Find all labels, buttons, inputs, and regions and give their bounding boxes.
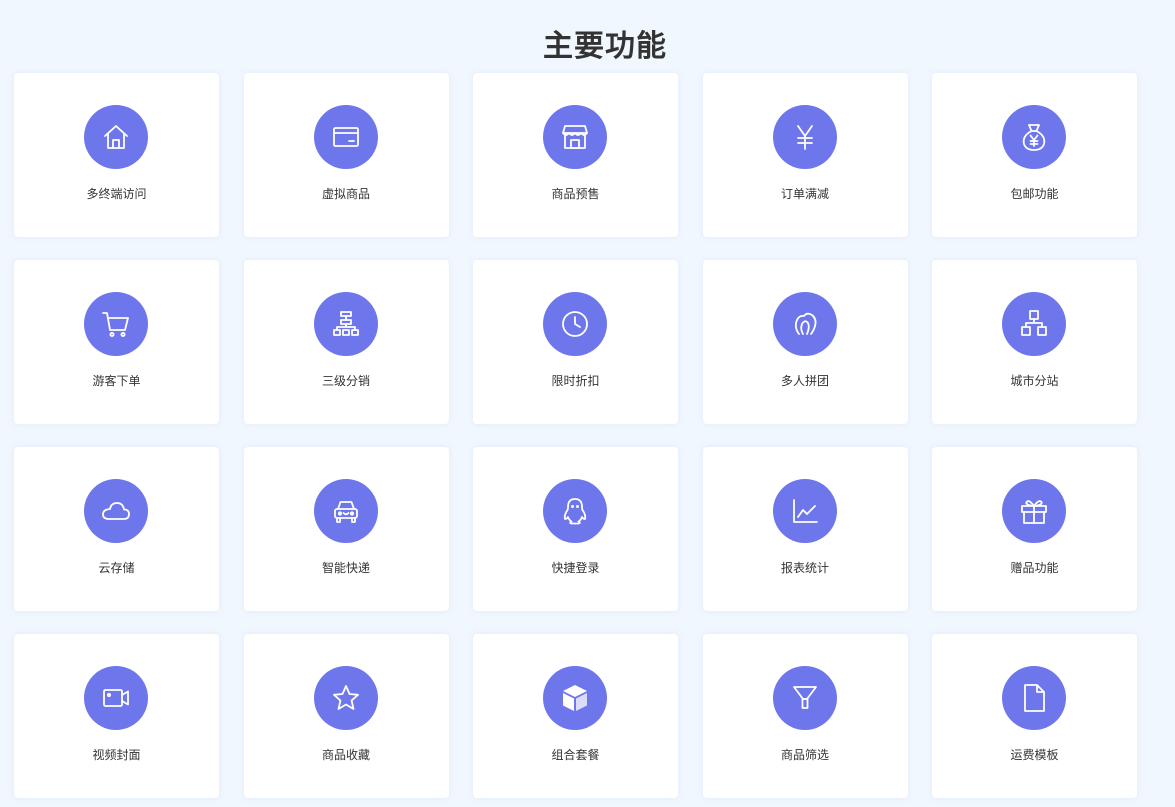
qq-icon bbox=[543, 479, 607, 543]
feature-card[interactable]: 城市分站 bbox=[932, 260, 1137, 424]
feature-label: 报表统计 bbox=[780, 561, 829, 575]
feature-card[interactable]: 商品预售 bbox=[473, 73, 678, 237]
feature-card[interactable]: 视频封面 bbox=[14, 634, 219, 798]
feature-card[interactable]: 报表统计 bbox=[702, 447, 908, 611]
gift-icon bbox=[1002, 479, 1066, 543]
home-icon bbox=[84, 105, 148, 169]
feature-card[interactable]: 限时折扣 bbox=[473, 260, 678, 424]
page-title: 主要功能 bbox=[543, 29, 667, 65]
feature-label: 云存储 bbox=[98, 561, 135, 575]
group-icon bbox=[772, 292, 837, 356]
feature-label: 游客下单 bbox=[92, 374, 141, 388]
feature-label: 商品预售 bbox=[551, 187, 600, 201]
feature-label: 城市分站 bbox=[1010, 374, 1059, 388]
feature-label: 视频封面 bbox=[92, 748, 141, 762]
feature-label: 三级分销 bbox=[321, 374, 370, 388]
clock-icon bbox=[543, 292, 607, 356]
feature-card[interactable]: 智能快递 bbox=[243, 447, 449, 611]
feature-card[interactable]: 包邮功能 bbox=[932, 73, 1137, 237]
cart-icon bbox=[84, 292, 148, 356]
feature-card[interactable]: 运费模板 bbox=[932, 634, 1137, 798]
feature-card[interactable]: 云存储 bbox=[14, 447, 219, 611]
feature-card[interactable]: 订单满减 bbox=[702, 73, 908, 237]
star-icon bbox=[313, 666, 378, 730]
feature-label: 智能快递 bbox=[321, 561, 370, 575]
feature-label: 包邮功能 bbox=[1010, 187, 1059, 201]
feature-label: 商品收藏 bbox=[321, 748, 370, 762]
network-icon bbox=[1002, 292, 1066, 356]
video-icon bbox=[84, 666, 148, 730]
feature-card[interactable]: 虚拟商品 bbox=[243, 73, 449, 237]
feature-label: 订单满减 bbox=[780, 187, 829, 201]
filter-icon bbox=[772, 666, 837, 730]
feature-card[interactable]: 游客下单 bbox=[14, 260, 219, 424]
feature-card[interactable]: 多终端访问 bbox=[14, 73, 219, 237]
yen-icon bbox=[772, 105, 837, 169]
feature-label: 虚拟商品 bbox=[321, 187, 370, 201]
feature-card[interactable]: 快捷登录 bbox=[473, 447, 678, 611]
shop-icon bbox=[543, 105, 607, 169]
money-bag-icon bbox=[1002, 105, 1066, 169]
feature-label: 运费模板 bbox=[1010, 748, 1059, 762]
feature-label: 组合套餐 bbox=[551, 748, 600, 762]
card-icon bbox=[313, 105, 378, 169]
feature-label: 快捷登录 bbox=[551, 561, 600, 575]
feature-card[interactable]: 赠品功能 bbox=[932, 447, 1137, 611]
feature-card[interactable]: 多人拼团 bbox=[702, 260, 908, 424]
feature-label: 赠品功能 bbox=[1010, 561, 1059, 575]
document-icon bbox=[1002, 666, 1066, 730]
feature-grid: 多终端访问 虚拟商品 商品预售 订单满减 包邮功能游客下单 三级分销 限时折扣 多人拼团 城市分… bbox=[14, 73, 1137, 798]
feature-label: 多人拼团 bbox=[780, 374, 829, 388]
feature-label: 商品筛选 bbox=[780, 748, 829, 762]
feature-card[interactable]: 三级分销 bbox=[243, 260, 449, 424]
feature-card[interactable]: 组合套餐 bbox=[473, 634, 678, 798]
cloud-icon bbox=[84, 479, 148, 543]
feature-label: 限时折扣 bbox=[551, 374, 600, 388]
feature-card[interactable]: 商品筛选 bbox=[702, 634, 908, 798]
box-icon bbox=[543, 666, 607, 730]
feature-label: 多终端访问 bbox=[86, 187, 147, 201]
feature-card[interactable]: 商品收藏 bbox=[243, 634, 449, 798]
line-chart-icon bbox=[772, 479, 837, 543]
hierarchy-icon bbox=[313, 292, 378, 356]
car-icon bbox=[313, 479, 378, 543]
